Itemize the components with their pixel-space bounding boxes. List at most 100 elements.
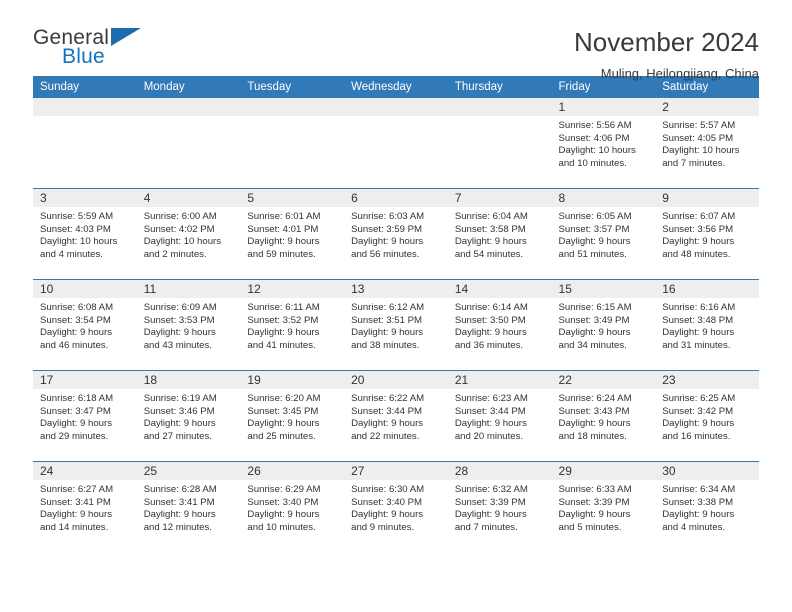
day-cell[interactable]: 13 Sunrise: 6:12 AM Sunset: 3:51 PM Dayligh… bbox=[344, 279, 448, 371]
day-cell-inner: 5 Sunrise: 6:01 AM Sunset: 4:01 PM Daylight… bbox=[240, 189, 345, 279]
day-cell-inner: 18 Sunrise: 6:19 AM Sunset: 3:46 PM Dayligh… bbox=[136, 371, 241, 461]
day-details bbox=[448, 116, 552, 120]
day-details bbox=[240, 116, 344, 120]
day-number: 7 bbox=[447, 189, 552, 207]
day-detail-line: Daylight: 9 hours bbox=[662, 509, 735, 521]
day-details: Sunrise: 6:25 AM Sunset: 3:42 PM Daylight:… bbox=[655, 389, 759, 443]
day-cell[interactable]: 11 Sunrise: 6:09 AM Sunset: 3:53 PM Dayligh… bbox=[136, 279, 241, 371]
day-detail-line: and 10 minutes. bbox=[558, 157, 627, 169]
day-cell[interactable]: 8 Sunrise: 6:05 AM Sunset: 3:57 PM Daylight… bbox=[551, 188, 656, 280]
day-cell-inner bbox=[240, 98, 345, 188]
day-detail-line: Sunrise: 5:56 AM bbox=[558, 120, 632, 131]
day-cell[interactable]: 5 Sunrise: 6:01 AM Sunset: 4:01 PM Daylight… bbox=[240, 188, 345, 280]
day-detail-line: and 5 minutes. bbox=[558, 521, 622, 533]
day-cell[interactable]: 17 Sunrise: 6:18 AM Sunset: 3:47 PM Dayligh… bbox=[33, 370, 137, 462]
day-details: Sunrise: 6:29 AM Sunset: 3:40 PM Daylight:… bbox=[240, 480, 344, 534]
day-cell[interactable]: 22 Sunrise: 6:24 AM Sunset: 3:43 PM Dayligh… bbox=[551, 370, 656, 462]
day-cell-empty bbox=[447, 98, 552, 189]
day-number bbox=[447, 98, 552, 116]
day-cell[interactable]: 15 Sunrise: 6:15 AM Sunset: 3:49 PM Dayligh… bbox=[551, 279, 656, 371]
day-details: Sunrise: 5:56 AM Sunset: 4:06 PM Daylight:… bbox=[552, 116, 656, 170]
day-details: Sunrise: 6:32 AM Sunset: 3:39 PM Daylight:… bbox=[448, 480, 552, 534]
day-cell[interactable]: 10 Sunrise: 6:08 AM Sunset: 3:54 PM Dayligh… bbox=[33, 279, 137, 371]
day-cell[interactable]: 1 Sunrise: 5:56 AM Sunset: 4:06 PM Daylight… bbox=[551, 98, 656, 189]
day-number: 24 bbox=[33, 462, 137, 480]
day-detail-line: Sunrise: 6:18 AM bbox=[40, 393, 114, 404]
day-detail-line: Sunrise: 6:04 AM bbox=[454, 211, 528, 222]
day-detail-line: Daylight: 9 hours bbox=[40, 509, 112, 521]
day-cell[interactable]: 23 Sunrise: 6:25 AM Sunset: 3:42 PM Dayligh… bbox=[655, 370, 759, 462]
day-cell[interactable]: 28 Sunrise: 6:32 AM Sunset: 3:39 PM Dayligh… bbox=[447, 461, 552, 552]
day-cell[interactable]: 25 Sunrise: 6:28 AM Sunset: 3:41 PM Dayligh… bbox=[136, 461, 241, 552]
day-cell[interactable]: 6 Sunrise: 6:03 AM Sunset: 3:59 PM Daylight… bbox=[344, 188, 448, 280]
day-detail-line: Sunrise: 6:20 AM bbox=[247, 393, 321, 404]
day-details: Sunrise: 6:12 AM Sunset: 3:51 PM Daylight:… bbox=[344, 298, 448, 352]
day-number: 9 bbox=[655, 189, 759, 207]
day-cell[interactable]: 26 Sunrise: 6:29 AM Sunset: 3:40 PM Dayligh… bbox=[240, 461, 345, 552]
day-cell[interactable]: 14 Sunrise: 6:14 AM Sunset: 3:50 PM Dayligh… bbox=[447, 279, 552, 371]
day-number: 18 bbox=[136, 371, 241, 389]
day-cell[interactable]: 29 Sunrise: 6:33 AM Sunset: 3:39 PM Dayligh… bbox=[551, 461, 656, 552]
brand-logo[interactable]: General Blue bbox=[33, 26, 193, 72]
day-detail-line: Sunset: 3:42 PM bbox=[662, 405, 734, 417]
day-cell[interactable]: 3 Sunrise: 5:59 AM Sunset: 4:03 PM Daylight… bbox=[33, 188, 137, 280]
day-cell-inner: 26 Sunrise: 6:29 AM Sunset: 3:40 PM Dayligh… bbox=[240, 462, 345, 552]
day-number: 25 bbox=[136, 462, 241, 480]
day-number: 20 bbox=[344, 371, 448, 389]
day-detail-line: Sunrise: 6:15 AM bbox=[558, 302, 632, 313]
day-detail-line: Sunset: 4:03 PM bbox=[40, 223, 111, 235]
day-detail-line: Daylight: 9 hours bbox=[454, 327, 527, 339]
day-detail-line: and 36 minutes. bbox=[454, 339, 524, 351]
day-detail-line: Daylight: 10 hours bbox=[143, 236, 222, 248]
day-details: Sunrise: 6:07 AM Sunset: 3:56 PM Daylight:… bbox=[655, 207, 759, 261]
day-details: Sunrise: 6:28 AM Sunset: 3:41 PM Daylight:… bbox=[137, 480, 241, 534]
day-number bbox=[136, 98, 241, 116]
day-cell[interactable]: 24 Sunrise: 6:27 AM Sunset: 3:41 PM Dayligh… bbox=[33, 461, 137, 552]
day-cell[interactable]: 7 Sunrise: 6:04 AM Sunset: 3:58 PM Daylight… bbox=[447, 188, 552, 280]
day-cell[interactable]: 20 Sunrise: 6:22 AM Sunset: 3:44 PM Dayligh… bbox=[344, 370, 448, 462]
day-detail-line: and 22 minutes. bbox=[351, 430, 420, 442]
day-number: 30 bbox=[655, 462, 759, 480]
day-detail-line: Daylight: 9 hours bbox=[351, 418, 424, 430]
day-cell[interactable]: 30 Sunrise: 6:34 AM Sunset: 3:38 PM Dayligh… bbox=[655, 461, 759, 552]
day-cell[interactable]: 2 Sunrise: 5:57 AM Sunset: 4:05 PM Daylight… bbox=[655, 98, 759, 189]
day-number: 23 bbox=[655, 371, 759, 389]
day-detail-line: Sunset: 3:54 PM bbox=[40, 314, 111, 326]
day-detail-line: Daylight: 9 hours bbox=[351, 327, 424, 339]
day-details: Sunrise: 6:19 AM Sunset: 3:46 PM Daylight:… bbox=[137, 389, 241, 443]
day-cell[interactable]: 18 Sunrise: 6:19 AM Sunset: 3:46 PM Dayligh… bbox=[136, 370, 241, 462]
day-number: 10 bbox=[33, 280, 137, 298]
day-cell[interactable]: 12 Sunrise: 6:11 AM Sunset: 3:52 PM Dayligh… bbox=[240, 279, 345, 371]
day-detail-line: Daylight: 9 hours bbox=[351, 236, 424, 248]
day-detail-line: Sunrise: 6:07 AM bbox=[662, 211, 736, 222]
day-detail-line: Daylight: 9 hours bbox=[143, 327, 216, 339]
day-detail-line: Sunset: 3:47 PM bbox=[40, 405, 111, 417]
day-detail-line: Daylight: 9 hours bbox=[351, 509, 424, 521]
day-details: Sunrise: 6:03 AM Sunset: 3:59 PM Daylight:… bbox=[344, 207, 448, 261]
day-detail-line: Sunset: 3:44 PM bbox=[351, 405, 423, 417]
day-detail-line: Sunset: 3:59 PM bbox=[351, 223, 423, 235]
calendar-week-row: 24 Sunrise: 6:27 AM Sunset: 3:41 PM Dayligh… bbox=[33, 461, 759, 552]
day-detail-line: Sunset: 3:46 PM bbox=[143, 405, 215, 417]
day-detail-line: Sunrise: 6:32 AM bbox=[454, 484, 528, 495]
calendar-week-row: 3 Sunrise: 5:59 AM Sunset: 4:03 PM Daylight… bbox=[33, 188, 759, 280]
day-cell-inner: 27 Sunrise: 6:30 AM Sunset: 3:40 PM Dayligh… bbox=[344, 462, 448, 552]
day-detail-line: Sunrise: 6:14 AM bbox=[454, 302, 528, 313]
day-detail-line: Sunset: 3:43 PM bbox=[558, 405, 630, 417]
day-cell[interactable]: 16 Sunrise: 6:16 AM Sunset: 3:48 PM Dayligh… bbox=[655, 279, 759, 371]
day-detail-line: Daylight: 9 hours bbox=[454, 509, 527, 521]
day-cell[interactable]: 4 Sunrise: 6:00 AM Sunset: 4:02 PM Daylight… bbox=[136, 188, 241, 280]
day-cell[interactable]: 21 Sunrise: 6:23 AM Sunset: 3:44 PM Dayligh… bbox=[447, 370, 552, 462]
day-number: 22 bbox=[551, 371, 656, 389]
calendar-body: 1 Sunrise: 5:56 AM Sunset: 4:06 PM Daylight… bbox=[33, 98, 759, 552]
day-cell[interactable]: 9 Sunrise: 6:07 AM Sunset: 3:56 PM Daylight… bbox=[655, 188, 759, 280]
day-cell-inner: 16 Sunrise: 6:16 AM Sunset: 3:48 PM Dayligh… bbox=[655, 280, 759, 370]
day-details: Sunrise: 6:14 AM Sunset: 3:50 PM Daylight:… bbox=[448, 298, 552, 352]
day-cell[interactable]: 19 Sunrise: 6:20 AM Sunset: 3:45 PM Dayligh… bbox=[240, 370, 345, 462]
day-cell[interactable]: 27 Sunrise: 6:30 AM Sunset: 3:40 PM Dayligh… bbox=[344, 461, 448, 552]
day-detail-line: Sunrise: 6:22 AM bbox=[351, 393, 425, 404]
day-details: Sunrise: 6:00 AM Sunset: 4:02 PM Daylight:… bbox=[137, 207, 241, 261]
calendar-week-row: 1 Sunrise: 5:56 AM Sunset: 4:06 PM Daylight… bbox=[33, 98, 759, 189]
day-number: 1 bbox=[551, 98, 656, 116]
day-details: Sunrise: 6:22 AM Sunset: 3:44 PM Daylight:… bbox=[344, 389, 448, 443]
